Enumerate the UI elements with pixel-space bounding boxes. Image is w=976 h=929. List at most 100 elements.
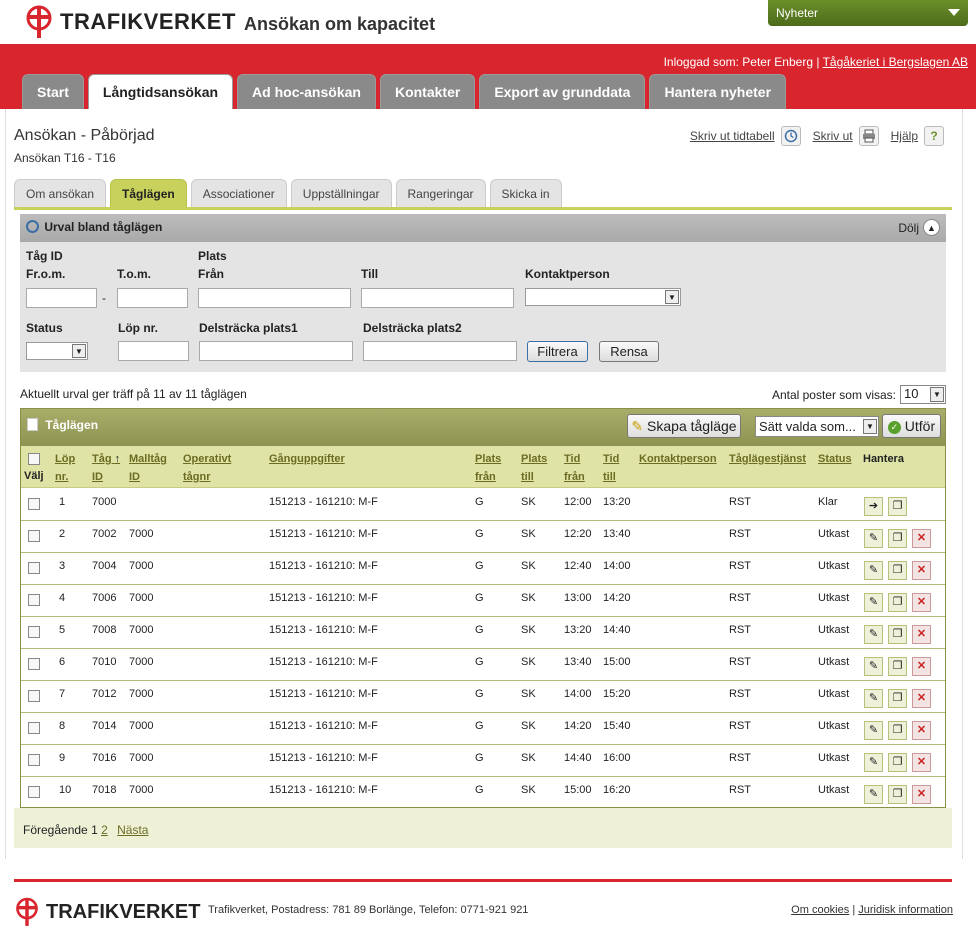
col-kontaktperson[interactable]: Kontaktperson [639,450,717,468]
legal-link[interactable]: Juridisk information [858,904,953,916]
row-checkbox[interactable] [28,594,40,606]
tab-associationer[interactable]: Associationer [190,179,287,207]
col-tag-id[interactable]: Tåg ↑ ID [92,450,120,486]
edit-icon[interactable]: ✎ [864,657,883,676]
tab-ad-hoc-ansokan[interactable]: Ad hoc-ansökan [237,74,376,109]
row-checkbox[interactable] [28,658,40,670]
tab-om-ansokan[interactable]: Om ansökan [14,179,107,207]
print-timetable-link[interactable]: Skriv ut tidtabell [690,129,775,143]
delete-icon[interactable]: ✕ [912,689,931,708]
edit-icon[interactable]: ✎ [864,561,883,580]
copy-icon[interactable]: ❐ [888,689,907,708]
copy-icon[interactable]: ❐ [888,497,907,516]
col-ganguppgifter[interactable]: Gånguppgifter [269,450,345,468]
filter-title: Urval bland tåglägen [44,220,163,234]
edit-icon[interactable]: ✎ [864,625,883,644]
cell-tjanst: RST [729,752,751,764]
copy-icon[interactable]: ❐ [888,721,907,740]
copy-icon[interactable]: ❐ [888,753,907,772]
timetable-print-icon[interactable] [780,126,801,146]
cell-gang: 151213 - 161210: M-F [269,496,378,508]
help-icon[interactable]: ? [924,126,944,146]
edit-icon[interactable]: ✎ [864,721,883,740]
copy-icon[interactable]: ❐ [888,529,907,548]
copy-icon[interactable]: ❐ [888,593,907,612]
print-link[interactable]: Skriv ut [813,129,853,143]
news-dropdown[interactable]: Nyheter [768,0,968,26]
clear-button[interactable]: Rensa [599,341,659,362]
col-malltag-id[interactable]: Malltåg ID [129,450,167,486]
tab-skicka-in[interactable]: Skicka in [489,179,562,207]
tab-hantera-nyheter[interactable]: Hantera nyheter [649,74,787,109]
help-link[interactable]: Hjälp [891,129,918,143]
row-checkbox[interactable] [28,530,40,542]
del2-input[interactable] [363,341,517,361]
contact-select[interactable]: ▼ [525,288,681,306]
row-checkbox[interactable] [28,562,40,574]
lop-nr-input[interactable] [118,341,189,361]
tab-uppstallningar[interactable]: Uppställningar [290,179,392,207]
col-tid-fran[interactable]: Tid från [564,450,585,486]
copy-icon[interactable]: ❐ [888,785,907,804]
bulk-status-select[interactable]: Sätt valda som... ▼ [755,416,879,437]
row-checkbox[interactable] [28,722,40,734]
copy-icon[interactable]: ❐ [888,561,907,580]
col-status[interactable]: Status [818,450,852,468]
delete-icon[interactable]: ✕ [912,657,931,676]
col-taglagestjanst[interactable]: Tåglägestjänst [729,450,806,468]
copy-icon[interactable]: ❐ [888,625,907,644]
tab-langtidsansokan[interactable]: Långtidsansökan [87,74,234,109]
tab-divider [14,207,952,210]
delete-icon[interactable]: ✕ [912,561,931,580]
header: TRAFIKVERKET Ansökan om kapacitet Nyhete… [0,0,976,44]
per-page-select[interactable]: 10 ▼ [900,385,946,404]
plats-to-input[interactable] [361,288,514,308]
cookies-link[interactable]: Om cookies [791,904,849,916]
row-checkbox[interactable] [28,754,40,766]
col-lop-nr[interactable]: Löp nr. [55,450,75,486]
col-tid-till[interactable]: Tid till [603,450,619,486]
delete-icon[interactable]: ✕ [912,625,931,644]
tab-rangeringar[interactable]: Rangeringar [395,179,486,207]
plats-from-input[interactable] [198,288,351,308]
cell-status: Utkast [818,784,850,796]
delete-icon[interactable]: ✕ [912,721,931,740]
tab-start[interactable]: Start [22,74,84,109]
edit-icon[interactable]: ✎ [864,593,883,612]
tab-taglagen[interactable]: Tåglägen [110,179,187,207]
col-plats-fran[interactable]: Plats från [475,450,501,486]
row-checkbox[interactable] [28,626,40,638]
execute-button[interactable]: ✓ Utför [882,414,941,438]
pager-page-2[interactable]: 2 [101,823,108,837]
row-checkbox[interactable] [28,690,40,702]
pager-next[interactable]: Nästa [117,823,148,837]
tag-id-from-input[interactable] [26,288,97,308]
delete-icon[interactable]: ✕ [912,785,931,804]
hide-filter-toggle[interactable]: Dölj ▲ [898,219,940,236]
tab-kontakter[interactable]: Kontakter [379,74,476,109]
trafikverket-logo[interactable]: TRAFIKVERKET [24,4,236,40]
del1-input[interactable] [199,341,353,361]
tag-id-to-input[interactable] [117,288,188,308]
create-taglage-button[interactable]: ✎ Skapa tågläge [627,414,741,438]
tab-export-grunddata[interactable]: Export av grunddata [479,74,646,109]
cell-tf: 13:20 [564,624,592,636]
company-link[interactable]: Tågåkeriet i Bergslagen AB [823,55,968,69]
delete-icon[interactable]: ✕ [912,593,931,612]
select-all-checkbox[interactable] [28,453,40,465]
printer-icon[interactable] [858,126,879,146]
delete-icon[interactable]: ✕ [912,753,931,772]
filter-button[interactable]: Filtrera [527,341,588,362]
row-checkbox[interactable] [28,498,40,510]
delete-icon[interactable]: ✕ [912,529,931,548]
edit-icon[interactable]: ✎ [864,529,883,548]
edit-icon[interactable]: ✎ [864,785,883,804]
col-plats-till[interactable]: Plats till [521,450,547,486]
status-select[interactable]: ▼ [26,342,88,360]
send-icon[interactable]: ➔ [864,497,883,516]
edit-icon[interactable]: ✎ [864,753,883,772]
col-operativt-tagnr[interactable]: Operativt tågnr [183,450,231,486]
row-checkbox[interactable] [28,786,40,798]
copy-icon[interactable]: ❐ [888,657,907,676]
edit-icon[interactable]: ✎ [864,689,883,708]
